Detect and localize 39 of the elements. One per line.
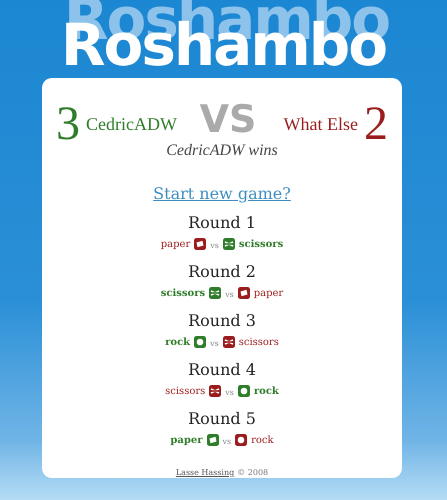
sheet-icon [206, 434, 218, 446]
scissors-icon [222, 336, 235, 348]
round-title: Round 2 [187, 261, 257, 283]
player-score: 2 [364, 98, 388, 150]
versus-label: vs [210, 339, 219, 348]
result-text: CedricADW wins [165, 142, 279, 160]
scissors-icon [209, 287, 222, 299]
move-label: paper [254, 288, 284, 298]
scissors-icon [222, 238, 235, 250]
versus-label: vs [225, 290, 234, 299]
new-game-link[interactable]: Start new game? [153, 184, 291, 203]
move-label: rock [254, 386, 279, 396]
player-name: What Else [284, 114, 358, 134]
move-label: scissors [160, 288, 206, 298]
author-link[interactable]: Lasse Hassing [176, 468, 234, 477]
move-label: scissors [238, 336, 279, 348]
circle-icon [194, 336, 206, 348]
round-title: Round 1 [187, 212, 257, 234]
circle-icon [235, 434, 248, 446]
round-title: Round 4 [187, 359, 257, 381]
move-label: rock [165, 336, 190, 348]
round-title: Round 5 [187, 408, 257, 430]
player-name: CedricADW [86, 114, 177, 134]
player-score: 3 [56, 98, 80, 150]
move-label: paper [160, 238, 190, 250]
versus-label: vs [210, 241, 219, 250]
sheet-icon [194, 238, 206, 250]
sheet-icon [238, 287, 250, 299]
copyright-text: © 2008 [237, 468, 268, 477]
circle-icon [238, 385, 250, 397]
round-title: Round 3 [187, 310, 257, 332]
scissors-icon [209, 385, 222, 397]
move-label: paper [170, 434, 202, 446]
versus-label: VS [200, 98, 256, 140]
move-label: rock [251, 434, 274, 446]
versus-label: vs [222, 437, 232, 446]
move-label: scissors [165, 386, 206, 396]
versus-label: vs [225, 388, 234, 397]
move-label: scissors [238, 238, 284, 250]
